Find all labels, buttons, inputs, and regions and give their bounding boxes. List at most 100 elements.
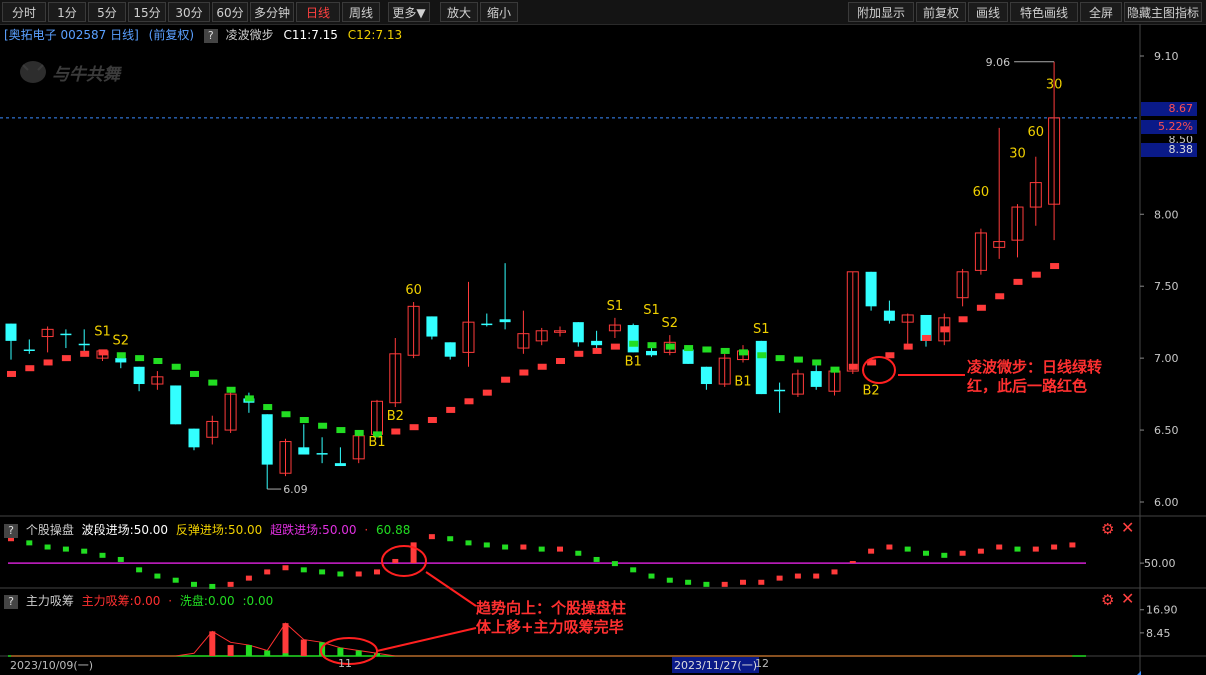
candle-body xyxy=(60,333,72,336)
lingbo-marker xyxy=(80,350,90,357)
lingbo-marker xyxy=(830,366,840,373)
sub1-bar xyxy=(593,556,600,562)
sub1-bar xyxy=(245,575,252,581)
panel-accumulation-f3: :0.00 xyxy=(242,594,274,608)
sub1-bar xyxy=(648,573,655,579)
candle-body xyxy=(810,371,822,387)
sub1-bar xyxy=(886,544,893,550)
signal-label: S1 xyxy=(643,303,660,318)
sub2-green-bar xyxy=(282,653,289,656)
corner-resize-icon xyxy=(1137,671,1141,675)
toolbar-btn-6[interactable]: 多分钟 xyxy=(250,2,294,22)
kline-chart[interactable]: 6.006.507.007.508.009.10S1S2B1B260S1B1S1… xyxy=(0,24,1206,675)
lingbo-marker xyxy=(244,395,254,402)
toolbar-btn-9[interactable]: 更多▼ xyxy=(388,2,430,22)
signal-label: B2 xyxy=(862,383,879,398)
candle-body xyxy=(481,323,493,326)
candle-body xyxy=(865,271,877,307)
candle-body xyxy=(682,349,694,364)
candle-body xyxy=(499,319,511,323)
lingbo-marker xyxy=(482,389,492,396)
period-toolbar: 分时 1分 5分 15分 30分 60分 多分钟 日线 周线 更多▼ 放大 缩小 隐藏主图指标 全屏 特色画… xyxy=(0,0,1206,25)
lingbo-marker xyxy=(702,346,712,353)
sub1-bar xyxy=(355,571,362,577)
sub2-green-bar xyxy=(245,645,252,656)
lingbo-marker xyxy=(995,293,1005,300)
toolbar-btn-8[interactable]: 周线 xyxy=(342,2,380,22)
sub1-bar xyxy=(1069,542,1076,548)
sub2-tick-label: 8.45 xyxy=(1146,627,1171,640)
sub2-red-bar xyxy=(227,645,234,656)
ytick-label: 7.00 xyxy=(1154,352,1179,365)
date-tick-11: 11 xyxy=(338,657,352,670)
lingbo-marker xyxy=(903,343,913,350)
last-price-box: 8.67 xyxy=(1141,102,1197,116)
panel-accumulation-name[interactable]: 主力吸筹 xyxy=(26,594,74,608)
toolbar-right-btn-1[interactable]: 前复权 xyxy=(916,2,966,22)
sub1-bar xyxy=(264,569,271,575)
toolbar-right-btn-5[interactable]: 隐藏主图指标 xyxy=(1124,2,1202,22)
toolbar-btn-2[interactable]: 5分 xyxy=(88,2,126,22)
toolbar-right-btn-0[interactable]: 附加显示 xyxy=(848,2,914,22)
date-mid: 2023/11/27(一) xyxy=(672,657,759,673)
gear-icon[interactable]: ⚙ xyxy=(1101,521,1117,537)
sub1-bar xyxy=(44,544,51,550)
sub1-bar xyxy=(282,565,289,571)
panel-operation-f2: 反弹进场:50.00 xyxy=(175,523,263,537)
signal-label: 60 xyxy=(973,185,990,200)
sub1-bar xyxy=(154,573,161,579)
lingbo-marker xyxy=(354,429,364,436)
candle-body xyxy=(883,310,895,321)
toolbar-btn-10[interactable]: 放大 xyxy=(440,2,478,22)
lingbo-marker xyxy=(793,356,803,363)
toolbar-btn-4[interactable]: 30分 xyxy=(168,2,210,22)
annotation-right-line1: 凌波微步：日线绿转 xyxy=(967,358,1103,376)
sub2-green-bar xyxy=(355,650,362,656)
sub1-bar xyxy=(904,546,911,552)
panel-accumulation-help-icon[interactable]: ? xyxy=(4,594,18,609)
toolbar-btn-3[interactable]: 15分 xyxy=(128,2,166,22)
toolbar-right-btn-4[interactable]: 全屏 xyxy=(1080,2,1122,22)
sub1-bar xyxy=(1032,546,1039,552)
toolbar-btn-0[interactable]: 分时 xyxy=(2,2,46,22)
toolbar-right-btn-2[interactable]: 画线 xyxy=(968,2,1008,22)
panel-operation-dash: · xyxy=(364,523,369,537)
lingbo-marker xyxy=(208,379,218,386)
sub1-bar xyxy=(996,544,1003,550)
highlight-circle-sub1 xyxy=(381,545,427,577)
candle-body xyxy=(444,342,456,357)
close-icon[interactable]: ✕ xyxy=(1121,591,1137,607)
sub1-bar xyxy=(337,571,344,577)
lingbo-marker xyxy=(171,363,181,370)
toolbar-btn-5[interactable]: 60分 xyxy=(212,2,248,22)
panel-operation-help-icon[interactable]: ? xyxy=(4,523,18,538)
sub2-green-bar xyxy=(337,647,344,656)
sub1-bar xyxy=(685,579,692,585)
signal-label: 30 xyxy=(1046,77,1063,92)
sub1-bar xyxy=(502,544,509,550)
toolbar-btn-1[interactable]: 1分 xyxy=(48,2,86,22)
lingbo-marker xyxy=(98,349,108,356)
lingbo-marker xyxy=(519,369,529,376)
lingbo-marker xyxy=(1031,271,1041,278)
toolbar-right-btn-3[interactable]: 特色画线 xyxy=(1010,2,1078,22)
lingbo-marker xyxy=(757,352,767,359)
sub1-bar xyxy=(941,552,948,558)
annotation-bottom-line2: 体上移+主力吸筹完毕 xyxy=(476,618,624,636)
annotation-right-line2: 红，此后一路红色 xyxy=(967,377,1088,395)
gear-icon[interactable]: ⚙ xyxy=(1101,592,1117,608)
sub2-tick-label: 16.90 xyxy=(1146,604,1178,617)
close-icon[interactable]: ✕ xyxy=(1121,520,1137,536)
signal-label: 60 xyxy=(405,283,422,298)
lingbo-marker xyxy=(885,352,895,359)
toolbar-btn-7[interactable]: 日线 xyxy=(296,2,340,22)
change-pct-box: 5.22% xyxy=(1141,120,1197,134)
sub1-bar xyxy=(758,579,765,585)
toolbar-btn-11[interactable]: 缩小 xyxy=(480,2,518,22)
highlight-arrow-sub1 xyxy=(425,571,477,607)
panel-operation-name[interactable]: 个股操盘 xyxy=(26,523,74,537)
candle-body xyxy=(170,385,182,425)
sub1-bar xyxy=(136,567,143,573)
sub2-red-bar xyxy=(300,639,307,656)
signal-label: B2 xyxy=(387,409,404,424)
